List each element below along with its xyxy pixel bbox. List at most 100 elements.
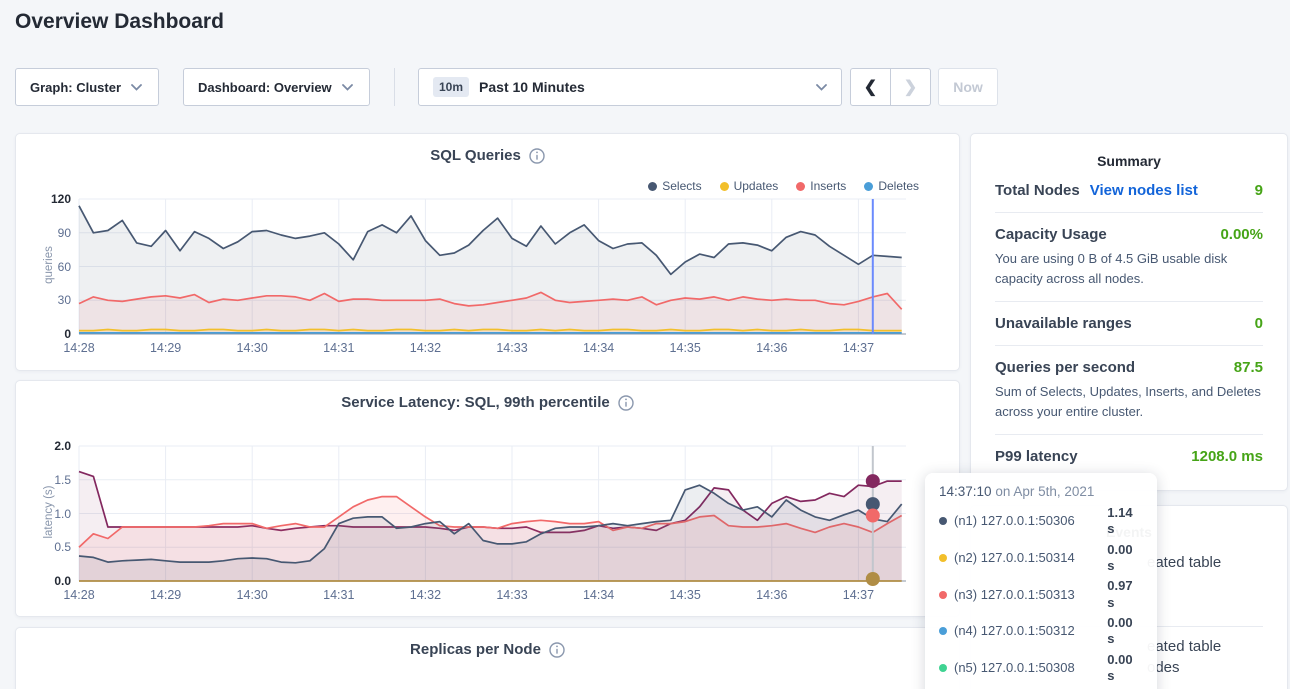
time-next-button[interactable]: ❯ <box>890 68 931 106</box>
x-axis-tick: 14:37 <box>833 341 883 355</box>
x-axis-tick: 14:30 <box>227 588 277 602</box>
summary-row-qps: Queries per second 87.5 Sum of Selects, … <box>995 346 1263 435</box>
chevron-right-icon: ❯ <box>904 77 917 97</box>
x-axis-tick: 14:31 <box>314 341 364 355</box>
node-address: (n1) 127.0.0.1:50306 <box>954 513 1100 529</box>
summary-value: 9 <box>1255 182 1263 199</box>
y-axis-tick: 120 <box>31 192 71 206</box>
x-axis-tick: 14:33 <box>487 341 537 355</box>
x-axis-tick: 14:34 <box>574 588 624 602</box>
summary-label: Capacity Usage <box>995 226 1107 243</box>
y-axis-tick: 0 <box>31 327 71 341</box>
chevron-down-icon <box>131 84 142 91</box>
sql-queries-chart[interactable]: 030609012014:2814:2914:3014:3114:3214:33… <box>16 134 959 370</box>
tooltip-node-row: (n1) 127.0.0.1:50306 1.14 s <box>939 505 1143 538</box>
tooltip-time: 14:37:10 <box>939 484 992 499</box>
summary-panel: Summary Total Nodes View nodes list 9 Ca… <box>970 133 1288 491</box>
service-latency-chart[interactable]: 0.00.51.01.52.014:2814:2914:3014:3114:32… <box>16 381 959 616</box>
tooltip-node-row: (n2) 127.0.0.1:50314 0.00 s <box>939 542 1143 575</box>
x-axis-tick: 14:37 <box>833 588 883 602</box>
x-axis-tick: 14:29 <box>141 341 191 355</box>
chart-plot[interactable] <box>79 199 906 334</box>
time-range-dropdown[interactable]: 10m Past 10 Minutes <box>418 68 842 106</box>
summary-label: Total Nodes <box>995 182 1080 199</box>
node-dot-icon <box>939 591 947 599</box>
replicas-per-node-panel: Replicas per Node <box>15 627 960 689</box>
chevron-left-icon: ❮ <box>864 77 877 97</box>
overview-dashboard-page: Overview Dashboard Graph: Cluster Dashbo… <box>0 0 1290 689</box>
x-axis-tick: 14:35 <box>660 588 710 602</box>
x-axis-tick: 14:32 <box>400 588 450 602</box>
x-axis-tick: 14:36 <box>747 341 797 355</box>
node-address: (n2) 127.0.0.1:50314 <box>954 550 1100 566</box>
view-nodes-list-link[interactable]: View nodes list <box>1090 182 1198 199</box>
summary-value: 87.5 <box>1234 359 1263 376</box>
dashboard-dropdown[interactable]: Dashboard: Overview <box>183 68 370 106</box>
y-axis-tick: 2.0 <box>31 439 71 453</box>
node-address: (n3) 127.0.0.1:50313 <box>954 587 1100 603</box>
x-axis-tick: 14:29 <box>141 588 191 602</box>
summary-row-total-nodes: Total Nodes View nodes list 9 <box>995 169 1263 213</box>
divider <box>394 68 395 106</box>
chevron-down-icon <box>342 84 353 91</box>
x-axis-tick: 14:28 <box>54 341 104 355</box>
y-axis-label: latency (s) <box>43 452 55 572</box>
service-latency-panel: Service Latency: SQL, 99th percentile 0.… <box>15 380 960 617</box>
node-latency-value: 1.14 s <box>1107 505 1143 538</box>
y-axis-tick: 0.0 <box>31 574 71 588</box>
chart-title-row: Replicas per Node <box>16 641 959 658</box>
x-axis-tick: 14:35 <box>660 341 710 355</box>
graph-dropdown[interactable]: Graph: Cluster <box>15 68 159 106</box>
y-axis-label: queries <box>43 205 55 325</box>
x-axis-tick: 14:30 <box>227 341 277 355</box>
tooltip-node-row: (n5) 127.0.0.1:50308 0.00 s <box>939 652 1143 685</box>
tooltip-node-list: (n1) 127.0.0.1:50306 1.14 s (n2) 127.0.0.1… <box>939 505 1143 689</box>
page-title: Overview Dashboard <box>15 10 224 34</box>
tooltip-timestamp: 14:37:10 on Apr 5th, 2021 <box>939 484 1143 499</box>
summary-value: 0.00% <box>1220 226 1263 243</box>
node-latency-value: 0.00 s <box>1107 615 1143 648</box>
chevron-down-icon <box>816 84 827 91</box>
event-list-item[interactable]: eated table <box>1147 554 1221 571</box>
node-dot-icon <box>939 664 947 672</box>
tooltip-date: on Apr 5th, 2021 <box>995 484 1094 499</box>
summary-label: Unavailable ranges <box>995 315 1132 332</box>
time-range-badge: 10m <box>433 77 469 97</box>
node-latency-value: 0.00 s <box>1107 652 1143 685</box>
x-axis-tick: 14:28 <box>54 588 104 602</box>
chart-title: Replicas per Node <box>410 641 541 658</box>
x-axis-tick: 14:33 <box>487 588 537 602</box>
info-icon[interactable] <box>549 642 565 658</box>
now-button[interactable]: Now <box>938 68 998 106</box>
summary-row-unavailable-ranges: Unavailable ranges 0 <box>995 302 1263 346</box>
summary-row-p99: P99 latency 1208.0 ms <box>995 435 1263 478</box>
tooltip-node-row: (n4) 127.0.0.1:50312 0.00 s <box>939 615 1143 648</box>
graph-dropdown-label: Graph: Cluster <box>30 80 121 95</box>
time-prev-button[interactable]: ❮ <box>850 68 891 106</box>
x-axis-tick: 14:34 <box>574 341 624 355</box>
node-latency-value: 0.00 s <box>1107 542 1143 575</box>
summary-value: 0 <box>1255 315 1263 332</box>
time-range-label: Past 10 Minutes <box>479 79 806 95</box>
summary-title: Summary <box>995 134 1263 169</box>
node-dot-icon <box>939 627 947 635</box>
summary-label: Queries per second <box>995 359 1135 376</box>
sql-queries-panel: SQL Queries SelectsUpdatesInsertsDeletes… <box>15 133 960 371</box>
summary-label: P99 latency <box>995 448 1078 465</box>
node-dot-icon <box>939 517 947 525</box>
summary-row-capacity: Capacity Usage 0.00% You are using 0 B o… <box>995 213 1263 302</box>
node-address: (n4) 127.0.0.1:50312 <box>954 623 1100 639</box>
event-list-item[interactable]: eated table <box>1147 638 1221 655</box>
node-latency-value: 0.97 s <box>1107 578 1143 611</box>
dashboard-dropdown-label: Dashboard: Overview <box>198 80 332 95</box>
summary-description: Sum of Selects, Updates, Inserts, and De… <box>995 382 1263 421</box>
x-axis-tick: 14:31 <box>314 588 364 602</box>
x-axis-tick: 14:36 <box>747 588 797 602</box>
node-dot-icon <box>939 554 947 562</box>
x-axis-tick: 14:32 <box>400 341 450 355</box>
node-address: (n5) 127.0.0.1:50308 <box>954 660 1100 676</box>
chart-plot[interactable] <box>79 446 906 581</box>
summary-value: 1208.0 ms <box>1191 448 1263 465</box>
tooltip-node-row: (n3) 127.0.0.1:50313 0.97 s <box>939 578 1143 611</box>
chart-hover-tooltip: 14:37:10 on Apr 5th, 2021 (n1) 127.0.0.1… <box>925 473 1157 689</box>
